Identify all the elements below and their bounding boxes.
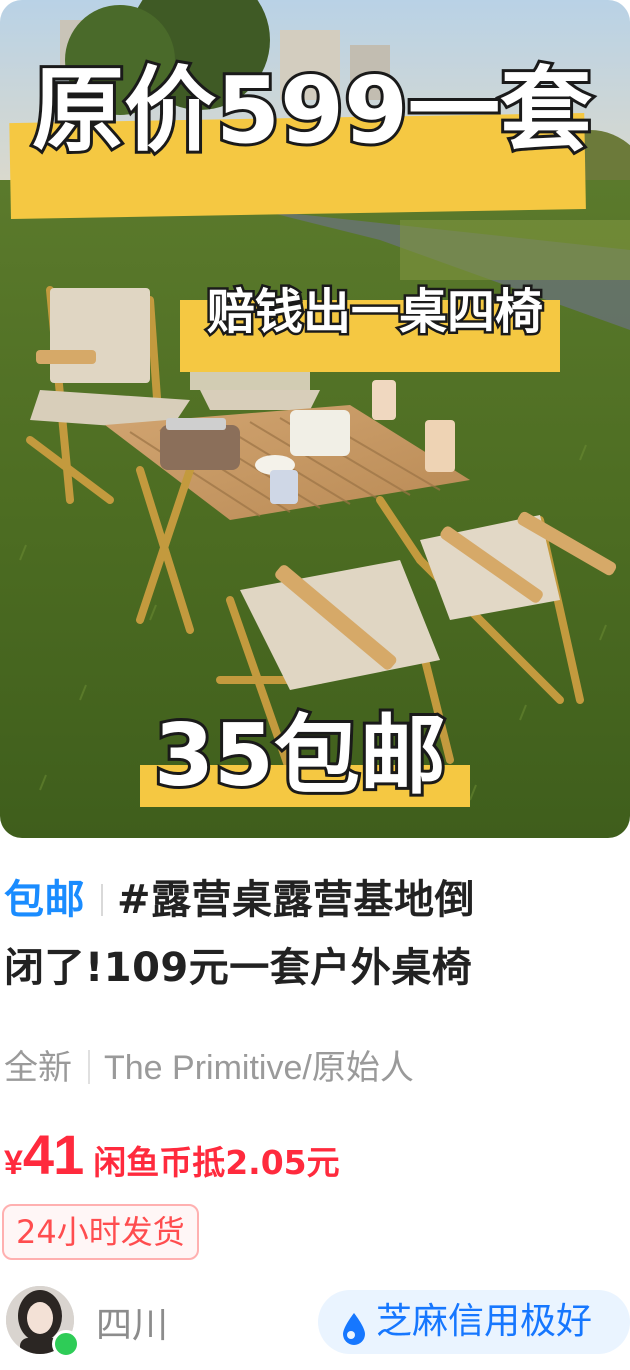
sub-banner-text: 赔钱出一桌四椅 (207, 284, 543, 340)
currency-symbol: ¥ (4, 1144, 23, 1182)
free-shipping-tag: 包邮 (4, 877, 85, 923)
sesame-credit-icon (340, 1304, 368, 1368)
brand-label: The Primitive/原始人 (104, 1049, 414, 1087)
title-text-line2: 闭了!109元一套户外桌椅 (4, 945, 473, 991)
title-divider (101, 884, 103, 916)
credit-badge[interactable]: 芝麻信用极好 (318, 1290, 630, 1354)
coin-discount-text: 闲鱼币抵2.05元 (93, 1143, 340, 1182)
seller-location: 四川 (96, 1305, 169, 1346)
title-text-line1: #露营桌露营基地倒 (117, 877, 476, 923)
price-amount: 41 (22, 1123, 84, 1186)
product-image[interactable]: 原价599一套 赔钱出一桌四椅 35包邮 (0, 0, 630, 838)
price-row: ¥41 闲鱼币抵2.05元 (4, 1122, 340, 1187)
headline-banner-text: 原价599一套 (32, 57, 592, 164)
condition-label: 全新 (4, 1049, 72, 1087)
online-status-dot (52, 1330, 80, 1358)
shipping-24h-badge: 24小时发货 (2, 1204, 199, 1260)
product-title[interactable]: 包邮 #露营桌露营基地倒 闭了!109元一套户外桌椅 (4, 866, 624, 1002)
bottom-banner-text: 35包邮 (154, 706, 446, 806)
attribute-divider (88, 1050, 90, 1084)
product-attributes: 全新 The Primitive/原始人 (4, 1040, 414, 1089)
credit-text: 芝麻信用极好 (376, 1301, 593, 1342)
